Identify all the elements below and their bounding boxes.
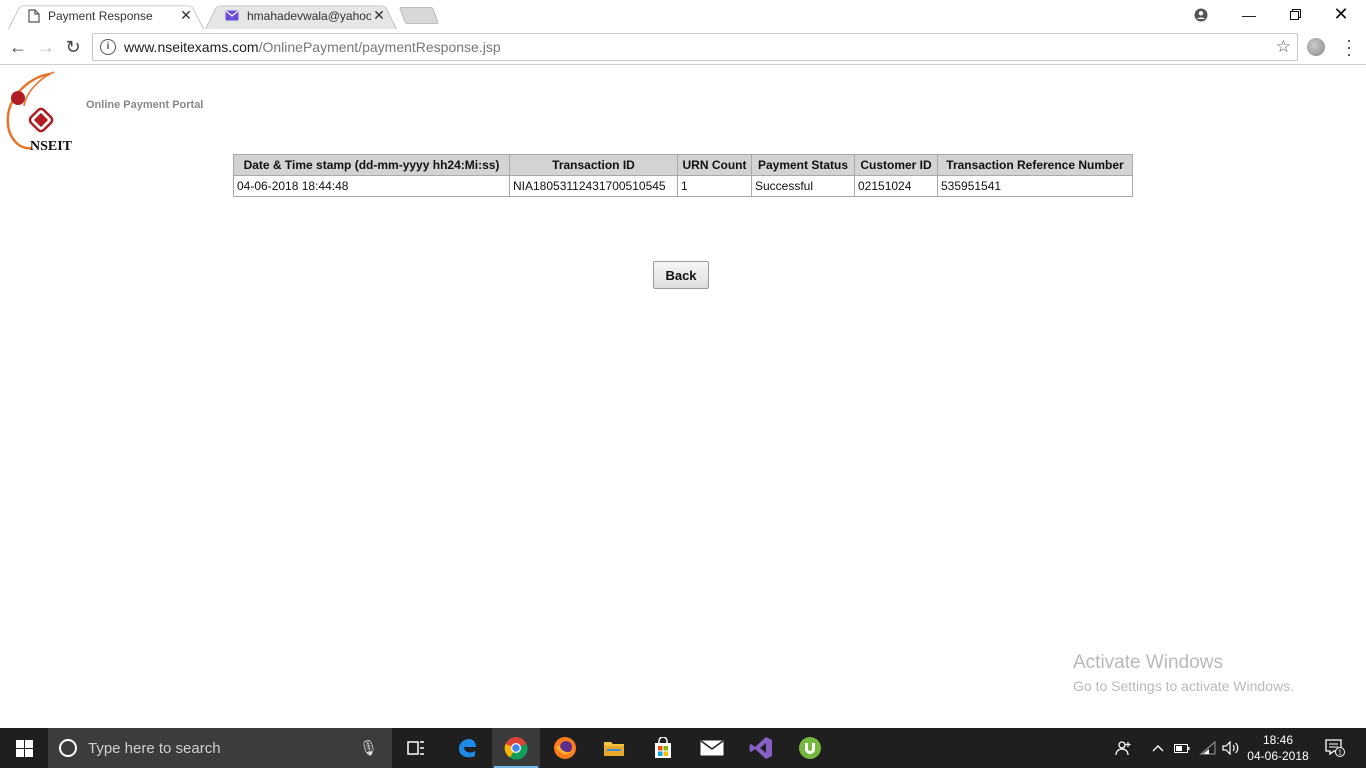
taskbar-clock[interactable]: 18:46 04-06-2018	[1243, 732, 1313, 764]
wifi-icon[interactable]	[1197, 728, 1219, 768]
restore-button[interactable]	[1272, 0, 1318, 29]
page-icon	[28, 8, 40, 23]
back-arrow-icon[interactable]: ←	[8, 37, 28, 57]
header-transaction-reference: Transaction Reference Number	[937, 154, 1133, 176]
notification-count: 1	[1338, 750, 1342, 757]
extension-icon[interactable]	[1307, 38, 1325, 56]
profile-icon[interactable]	[1178, 0, 1224, 29]
nseit-logo: NSEIT	[6, 71, 73, 152]
windows-start-icon[interactable]	[0, 728, 48, 768]
watermark-title: Activate Windows	[1073, 652, 1223, 673]
close-tab-icon[interactable]: ✕	[178, 7, 194, 24]
url-path: /OnlinePayment/paymentResponse.jsp	[258, 39, 501, 55]
action-center-icon[interactable]: 1	[1320, 728, 1350, 768]
header-urn-count: URN Count	[677, 154, 752, 176]
cell-date-time: 04-06-2018 18:44:48	[233, 175, 510, 197]
close-window-button[interactable]: ✕	[1318, 0, 1364, 29]
mail-icon	[225, 10, 239, 21]
cell-urn-count: 1	[677, 175, 752, 197]
battery-icon[interactable]	[1172, 728, 1192, 768]
browser-toolbar: ← → ↻ i www.nseitexams.com/OnlinePayment…	[0, 29, 1366, 65]
address-bar[interactable]: i www.nseitexams.com/OnlinePayment/payme…	[92, 33, 1298, 61]
file-explorer-icon[interactable]	[590, 728, 638, 768]
minimize-button[interactable]: —	[1226, 0, 1272, 29]
close-tab-icon[interactable]: ✕	[371, 7, 387, 24]
portal-title: Online Payment Portal	[86, 99, 204, 111]
activate-windows-watermark: Activate Windows Go to Settings to activ…	[1073, 652, 1294, 694]
tab-strip: Payment Response ✕ hmahadevwala@yahoo.c …	[0, 0, 1366, 29]
table-header-row: Date & Time stamp (dd-mm-yyyy hh24:Mi:ss…	[233, 154, 1133, 176]
cell-transaction-id: NIA18053112431700510545	[509, 175, 678, 197]
menu-kebab-icon[interactable]: · · ·	[1345, 31, 1353, 63]
header-transaction-id: Transaction ID	[509, 154, 678, 176]
search-placeholder: Type here to search	[88, 739, 221, 757]
watermark-subtitle: Go to Settings to activate Windows.	[1073, 678, 1294, 694]
chevron-up-icon[interactable]	[1148, 728, 1168, 768]
tab-yahoo-mail[interactable]: hmahadevwala@yahoo.c ✕	[205, 2, 397, 29]
reload-icon[interactable]: ↻	[63, 37, 83, 57]
volume-icon[interactable]	[1220, 728, 1242, 768]
microphone-icon[interactable]: 🎙	[359, 739, 378, 757]
page-content: NSEIT Online Payment Portal Date & Time …	[0, 66, 1366, 728]
firefox-icon[interactable]	[541, 728, 589, 768]
cell-transaction-reference: 535951541	[937, 175, 1133, 197]
tab-payment-response[interactable]: Payment Response ✕	[8, 2, 204, 29]
new-tab-button[interactable]	[398, 7, 440, 24]
tab-title: hmahadevwala@yahoo.c	[247, 8, 371, 23]
cell-customer-id: 02151024	[854, 175, 938, 197]
bookmark-star-icon[interactable]: ☆	[1276, 37, 1291, 57]
taskbar: Type here to search 🎙 18:46 04-06-2018 1	[0, 728, 1366, 768]
edge-icon[interactable]	[443, 728, 491, 768]
chrome-icon[interactable]	[492, 728, 540, 768]
header-date-time: Date & Time stamp (dd-mm-yyyy hh24:Mi:ss…	[233, 154, 510, 176]
people-icon[interactable]	[1112, 728, 1136, 768]
store-icon[interactable]	[639, 728, 687, 768]
back-button[interactable]: Back	[653, 261, 709, 289]
info-icon[interactable]: i	[100, 39, 116, 55]
taskbar-search-input[interactable]: Type here to search 🎙	[48, 728, 392, 768]
utorrent-icon[interactable]	[786, 728, 834, 768]
task-view-icon[interactable]	[392, 728, 440, 768]
mail-app-icon[interactable]	[688, 728, 736, 768]
clock-time: 18:46	[1262, 733, 1294, 747]
cortana-icon	[59, 739, 77, 757]
table-row: 04-06-2018 18:44:48 NIA18053112431700510…	[233, 175, 1133, 197]
header-payment-status: Payment Status	[751, 154, 855, 176]
logo-text: NSEIT	[30, 139, 73, 152]
cell-payment-status: Successful	[751, 175, 855, 197]
visual-studio-icon[interactable]	[737, 728, 785, 768]
forward-arrow-icon[interactable]: →	[36, 37, 56, 57]
header-customer-id: Customer ID	[854, 154, 938, 176]
clock-date: 04-06-2018	[1247, 749, 1309, 763]
tab-title: Payment Response	[48, 8, 153, 23]
url-host: www.nseitexams.com	[124, 39, 259, 55]
payment-response-table: Date & Time stamp (dd-mm-yyyy hh24:Mi:ss…	[233, 154, 1133, 197]
